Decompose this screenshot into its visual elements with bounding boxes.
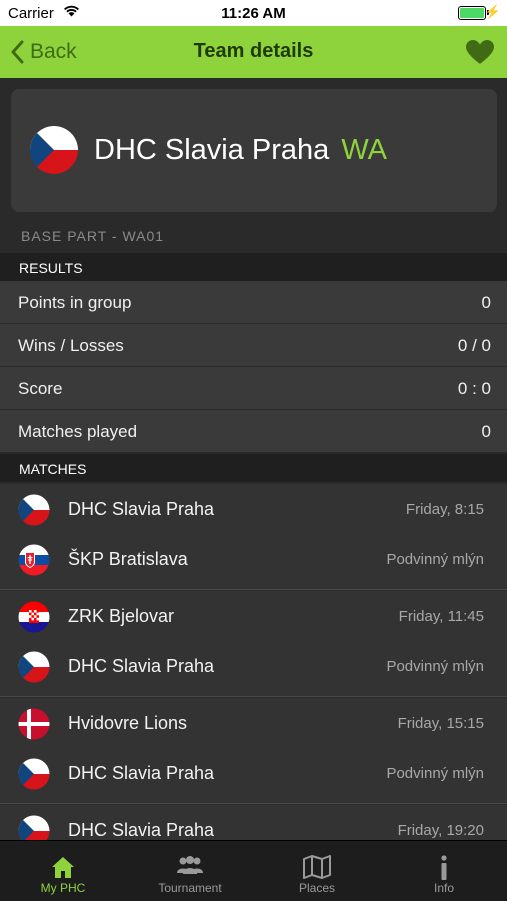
tab-label: Tournament — [158, 881, 222, 895]
home-team-name: Hvidovre Lions — [68, 713, 188, 733]
match-home-line: DHC Slavia Praha Friday, 8:15 — [0, 484, 507, 534]
result-value: 0 — [481, 422, 491, 441]
result-label: Score — [18, 379, 63, 398]
charging-icon: ⚡ — [484, 4, 501, 19]
match-away-line: DHC Slavia Praha Podvinný mlýn — [0, 641, 507, 691]
result-value: 0 : 0 — [457, 379, 491, 398]
team-header-card: DHC Slavia Praha WA — [11, 89, 497, 212]
result-row-points: Points in group 0 — [0, 281, 507, 324]
away-team-name: DHC Slavia Praha — [68, 763, 215, 783]
results-header-label: RESULTS — [19, 260, 83, 276]
flag-czech-icon — [29, 125, 79, 180]
flag-croatia-icon — [18, 601, 50, 638]
match-time: Friday, 19:20 — [397, 822, 484, 839]
flag-czech-icon — [18, 651, 50, 688]
tab-tournament[interactable]: Tournament — [127, 841, 253, 901]
match-away-line: ŠKP Bratislava Podvinný mlýn — [0, 534, 507, 584]
match-time: Friday, 11:45 — [398, 608, 484, 625]
result-label: Matches played — [18, 422, 138, 441]
flag-czech-icon — [18, 815, 50, 840]
away-team-name: ŠKP Bratislava — [68, 549, 188, 569]
match-card[interactable]: DHC Slavia Praha Friday, 8:15 ŠKP Bratis… — [0, 484, 507, 590]
tab-label: My PHC — [40, 881, 86, 895]
home-team-name: ZRK Bjelovar — [68, 606, 175, 626]
tab-label: Info — [433, 881, 454, 895]
flag-slovakia-icon — [18, 544, 50, 581]
match-place: Podvinný mlýn — [386, 765, 484, 782]
chevron-left-icon — [11, 40, 24, 64]
flag-czech-icon — [18, 758, 50, 795]
people-icon — [127, 855, 253, 881]
match-home-line: DHC Slavia Praha Friday, 19:20 — [0, 805, 507, 840]
back-label: Back — [30, 40, 77, 63]
status-time: 11:26 AM — [221, 5, 286, 22]
battery-icon — [458, 6, 489, 20]
home-icon — [0, 855, 126, 881]
match-time: Friday, 15:15 — [397, 715, 484, 732]
tab-info[interactable]: Info — [381, 841, 507, 901]
back-button[interactable]: Back — [10, 26, 77, 78]
flag-czech-icon — [18, 494, 50, 531]
match-away-line: DHC Slavia Praha Podvinný mlýn — [0, 748, 507, 798]
away-team-name: DHC Slavia Praha — [68, 656, 215, 676]
match-card[interactable]: DHC Slavia Praha Friday, 19:20 — [0, 805, 507, 840]
match-place: Podvinný mlýn — [386, 551, 484, 568]
home-team-name: DHC Slavia Praha — [68, 499, 215, 519]
favorite-heart-icon[interactable] — [465, 39, 495, 70]
part-label: BASE PART - WA01 — [21, 228, 165, 244]
match-card[interactable]: Hvidovre Lions Friday, 15:15 DHC Slavia … — [0, 698, 507, 804]
matches-header-label: MATCHES — [19, 461, 87, 477]
flag-denmark-icon — [18, 708, 50, 745]
tab-my-phc[interactable]: My PHC — [0, 841, 126, 901]
matches-section-header: MATCHES — [0, 454, 507, 482]
match-place: Podvinný mlýn — [386, 658, 484, 675]
map-icon — [254, 855, 380, 881]
result-value: 0 — [481, 293, 491, 312]
result-label: Wins / Losses — [18, 336, 124, 355]
result-row-matches-played: Matches played 0 — [0, 410, 507, 453]
tab-places[interactable]: Places — [254, 841, 380, 901]
team-group-code: WA — [341, 134, 387, 166]
result-value: 0 / 0 — [457, 336, 491, 355]
status-bar: Carrier 11:26 AM ⚡ — [0, 0, 507, 26]
result-label: Points in group — [18, 293, 132, 312]
result-row-wins-losses: Wins / Losses 0 / 0 — [0, 324, 507, 367]
match-card[interactable]: ZRK Bjelovar Friday, 11:45 DHC Slavia Pr… — [0, 591, 507, 697]
team-title: DHC Slavia Praha WA — [94, 134, 387, 167]
match-home-line: Hvidovre Lions Friday, 15:15 — [0, 698, 507, 748]
result-row-score: Score 0 : 0 — [0, 367, 507, 410]
tab-label: Places — [298, 881, 336, 895]
navigation-bar: Back Team details — [0, 26, 507, 78]
info-icon — [381, 855, 507, 881]
tab-bar: My PHC Tournament Places Info — [0, 840, 507, 901]
match-home-line: ZRK Bjelovar Friday, 11:45 — [0, 591, 507, 641]
match-time: Friday, 8:15 — [405, 501, 484, 518]
results-section-header: RESULTS — [0, 253, 507, 281]
home-team-name: DHC Slavia Praha — [68, 820, 215, 840]
team-name: DHC Slavia Praha — [94, 134, 330, 166]
